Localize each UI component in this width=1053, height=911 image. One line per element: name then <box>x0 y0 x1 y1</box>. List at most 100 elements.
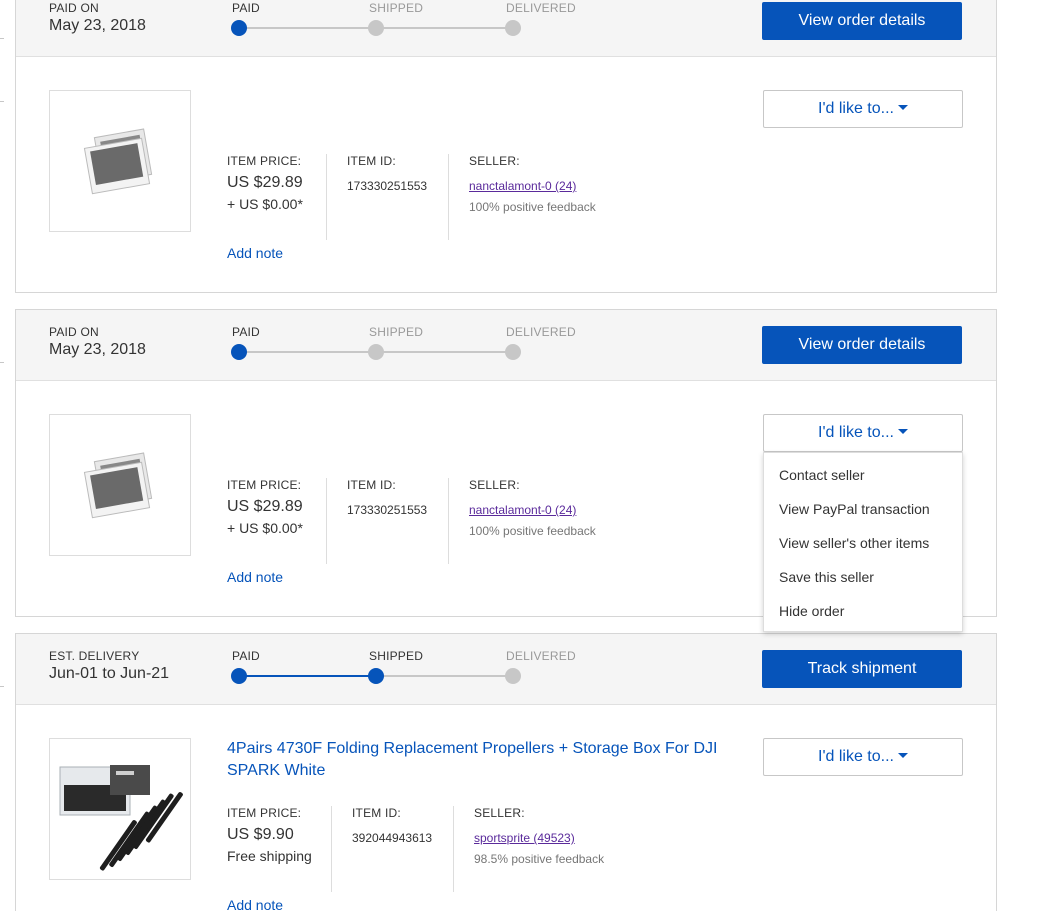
item-price-label: ITEM PRICE: <box>227 806 302 820</box>
item-price-label: ITEM PRICE: <box>227 154 302 168</box>
item-thumbnail[interactable] <box>49 414 191 556</box>
order-body: 4Pairs 4730F Folding Replacement Propell… <box>16 705 996 911</box>
order-card: EST. DELIVERY Jun-01 to Jun-21 PAID SHIP… <box>15 633 997 911</box>
progress-tracker: PAID SHIPPED DELIVERED <box>231 310 576 381</box>
order-header: PAID ON May 23, 2018 PAID SHIPPED DELIVE… <box>16 0 996 57</box>
item-thumbnail[interactable] <box>49 738 191 880</box>
step-delivered-label: DELIVERED <box>506 1 576 15</box>
progress-tracker: PAID SHIPPED DELIVERED <box>231 0 576 57</box>
purchase-history-page: PAID ON May 23, 2018 PAID SHIPPED DELIVE… <box>0 0 1053 911</box>
item-price-section: ITEM PRICE: US $29.89 + US $0.00* <box>227 478 303 536</box>
item-id-label: ITEM ID: <box>347 154 396 168</box>
caret-down-icon <box>897 429 908 434</box>
column-divider <box>331 806 332 892</box>
item-id-label: ITEM ID: <box>352 806 401 820</box>
item-title-link[interactable]: 4Pairs 4730F Folding Replacement Propell… <box>227 738 727 782</box>
actions-dropdown-label: I'd like to... <box>818 748 894 765</box>
seller-section: SELLER: sportsprite (49523) 98.5% positi… <box>474 806 604 866</box>
menu-item-hide-order[interactable]: Hide order <box>764 597 962 631</box>
step-paid-label: PAID <box>232 649 260 663</box>
add-note-link[interactable]: Add note <box>227 897 283 911</box>
item-id: 392044943613 <box>352 831 433 845</box>
propellers-product-photo <box>59 765 183 871</box>
seller-link[interactable]: nanctalamont-0 (24) <box>469 503 576 517</box>
actions-dropdown-label: I'd like to... <box>818 424 894 441</box>
track-segment <box>239 27 376 29</box>
item-price: US $29.89 <box>227 498 303 515</box>
order-header: EST. DELIVERY Jun-01 to Jun-21 PAID SHIP… <box>16 634 996 705</box>
column-divider <box>326 154 327 240</box>
item-price-label: ITEM PRICE: <box>227 478 302 492</box>
shipping-cost: Free shipping <box>227 848 312 864</box>
add-note-link[interactable]: Add note <box>227 245 283 261</box>
view-order-details-button[interactable]: View order details <box>762 2 962 40</box>
step-paid-dot <box>231 668 247 684</box>
actions-dropdown-button[interactable]: I'd like to... <box>763 90 963 128</box>
menu-item-contact-seller[interactable]: Contact seller <box>764 461 962 495</box>
item-id: 173330251553 <box>347 503 428 517</box>
seller-label: SELLER: <box>469 154 520 168</box>
step-delivered-label: DELIVERED <box>506 325 576 339</box>
step-paid-label: PAID <box>232 325 260 339</box>
placeholder-photo-icon <box>83 128 153 195</box>
order-card: PAID ON May 23, 2018 PAID SHIPPED DELIVE… <box>15 0 997 293</box>
actions-dropdown-menu: Contact seller View PayPal transaction V… <box>763 452 963 632</box>
caret-down-icon <box>897 105 908 110</box>
order-date: May 23, 2018 <box>49 341 146 358</box>
seller-section: SELLER: nanctalamont-0 (24) 100% positiv… <box>469 478 596 538</box>
column-divider <box>448 154 449 240</box>
step-shipped-dot <box>368 344 384 360</box>
step-paid-dot <box>231 20 247 36</box>
item-price-section: ITEM PRICE: US $9.90 Free shipping <box>227 806 312 864</box>
order-date: May 23, 2018 <box>49 17 146 34</box>
track-shipment-button[interactable]: Track shipment <box>762 650 962 688</box>
progress-tracker: PAID SHIPPED DELIVERED <box>231 634 576 705</box>
seller-link[interactable]: sportsprite (49523) <box>474 831 575 845</box>
shipping-cost: + US $0.00* <box>227 520 303 536</box>
order-status-label: PAID ON <box>49 1 99 15</box>
item-price: US $29.89 <box>227 174 303 191</box>
gutter-tick <box>0 686 4 687</box>
actions-dropdown-label: I'd like to... <box>818 100 894 117</box>
add-note-link[interactable]: Add note <box>227 569 283 585</box>
step-delivered-dot <box>505 668 521 684</box>
gutter-tick <box>0 362 4 363</box>
gutter-tick <box>0 101 4 102</box>
item-price: US $9.90 <box>227 826 294 843</box>
order-status-label: PAID ON <box>49 325 99 339</box>
step-shipped-label: SHIPPED <box>369 325 424 339</box>
track-segment <box>239 351 376 353</box>
item-thumbnail[interactable] <box>49 90 191 232</box>
actions-dropdown-button[interactable]: I'd like to... <box>763 414 963 452</box>
seller-feedback: 100% positive feedback <box>469 200 596 214</box>
actions-dropdown-button[interactable]: I'd like to... <box>763 738 963 776</box>
order-body: ITEM PRICE: US $29.89 + US $0.00* ITEM I… <box>16 57 996 293</box>
seller-label: SELLER: <box>469 478 520 492</box>
seller-feedback: 100% positive feedback <box>469 524 596 538</box>
step-delivered-dot <box>505 344 521 360</box>
track-segment <box>239 675 376 677</box>
step-shipped-dot <box>368 668 384 684</box>
menu-item-save-seller[interactable]: Save this seller <box>764 563 962 597</box>
track-segment <box>376 675 513 677</box>
menu-item-view-seller-other-items[interactable]: View seller's other items <box>764 529 962 563</box>
item-id-section: ITEM ID: 173330251553 <box>347 154 427 193</box>
order-header: PAID ON May 23, 2018 PAID SHIPPED DELIVE… <box>16 310 996 381</box>
gutter-tick <box>0 38 4 39</box>
item-id-label: ITEM ID: <box>347 478 396 492</box>
step-shipped-label: SHIPPED <box>369 649 424 663</box>
seller-link[interactable]: nanctalamont-0 (24) <box>469 179 576 193</box>
shipping-cost: + US $0.00* <box>227 196 303 212</box>
track-segment <box>376 27 513 29</box>
step-paid-dot <box>231 344 247 360</box>
column-divider <box>448 478 449 564</box>
caret-down-icon <box>897 753 908 758</box>
view-order-details-button[interactable]: View order details <box>762 326 962 364</box>
track-segment <box>376 351 513 353</box>
item-id-section: ITEM ID: 392044943613 <box>352 806 432 845</box>
menu-item-view-paypal-transaction[interactable]: View PayPal transaction <box>764 495 962 529</box>
step-shipped-label: SHIPPED <box>369 1 424 15</box>
step-delivered-dot <box>505 20 521 36</box>
order-status-label: EST. DELIVERY <box>49 649 140 663</box>
seller-label: SELLER: <box>474 806 525 820</box>
